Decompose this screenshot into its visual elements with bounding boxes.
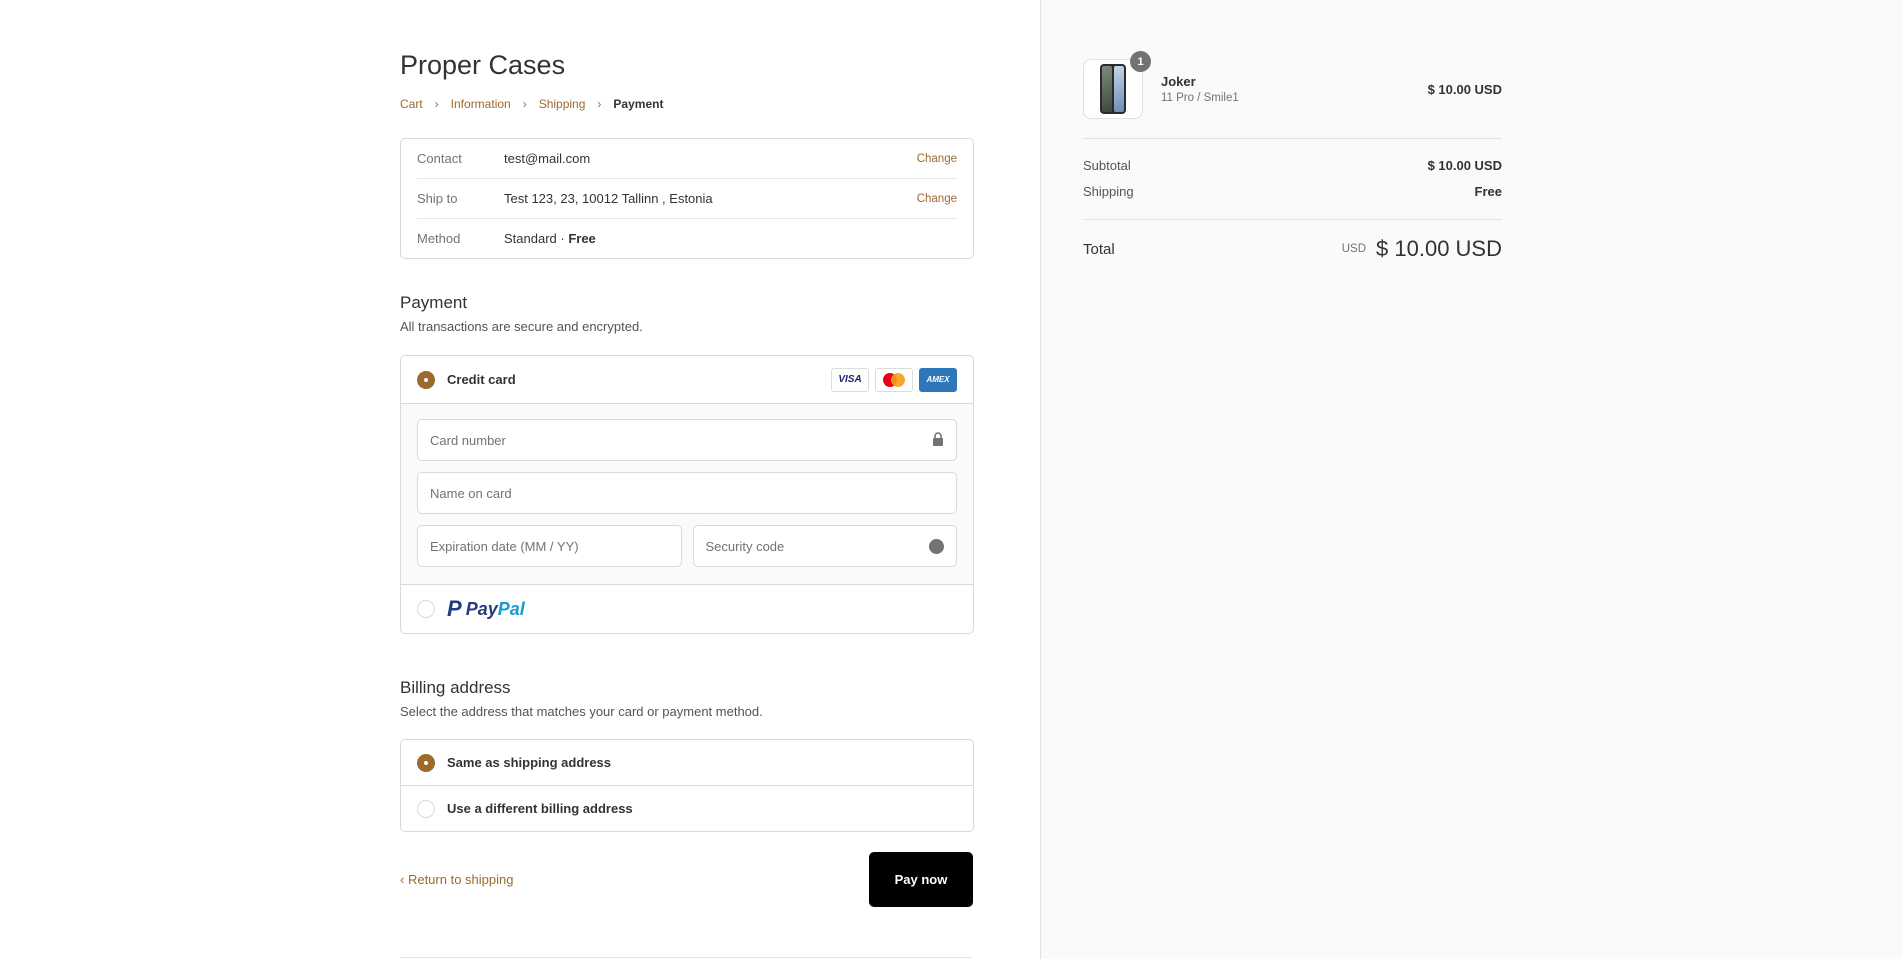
card-field-row: Expiration date (MM / YY) Security code … [417,525,957,578]
billing-different-option[interactable]: Use a different billing address [401,785,973,831]
return-label: Return to shipping [407,872,514,887]
shop-title[interactable]: Proper Cases [400,50,565,81]
summary-divider [1083,219,1502,220]
contact-value: test@mail.com [504,151,591,166]
breadcrumb-cart[interactable]: Cart [400,97,423,111]
total-currency: USD [1341,243,1367,255]
review-contact-row: Contact test@mail.com Change [417,139,957,178]
chevron-right-icon: › [597,97,602,111]
chevron-right-icon: › [522,97,527,111]
paypal-logo-pay: Pay [465,598,498,619]
card-icons: VISA AMEX [831,367,957,392]
chevron-right-icon: › [434,97,439,111]
total-row: Total USD $ 10.00 USD [1083,236,1502,262]
payment-subtitle: All transactions are secure and encrypte… [400,319,643,334]
credit-card-radio[interactable] [417,370,435,389]
review-shipto-row: Ship to Test 123, 23, 10012 Tallinn , Es… [417,178,957,218]
credit-card-label: Credit card [447,372,516,387]
expiration-placeholder: Expiration date (MM / YY) [430,538,579,554]
breadcrumb-information[interactable]: Information [451,97,511,111]
contact-change-link[interactable]: Change [917,153,957,165]
billing-different-radio[interactable] [417,799,435,818]
pay-now-button[interactable]: Pay now [869,852,973,907]
product-price: $ 10.00 USD [1427,81,1502,97]
payment-title: Payment [400,293,468,312]
name-on-card-placeholder: Name on card [430,485,512,501]
breadcrumb: Cart › Information › Shipping › Payment [400,97,663,111]
subtotal-label: Subtotal [1083,158,1131,173]
help-icon[interactable]: ? [929,538,944,554]
return-to-shipping-link[interactable]: ‹ Return to shipping [400,872,513,887]
method-value: Standard · Free [504,231,957,246]
subtotal-value: $ 10.00 USD [1427,158,1502,173]
card-number-placeholder: Card number [430,432,506,448]
total-label: Total [1083,240,1115,258]
method-name: Standard · [504,231,569,246]
expiration-date-input[interactable]: Expiration date (MM / YY) [417,525,682,567]
chevron-left-icon: ‹ [400,872,408,887]
shipto-value: Test 123, 23, 10012 Tallinn , Estonia [504,191,713,206]
mastercard-icon [875,367,913,392]
billing-different-label: Use a different billing address [447,801,633,816]
shipping-row: Shipping Free [1083,184,1502,199]
shipping-label: Shipping [1083,184,1134,199]
order-line-item: 1 Joker 11 Pro / Smile1 $ 10.00 USD [1083,51,1502,120]
phone-case-image [1100,64,1126,114]
lock-icon [932,431,944,449]
security-code-placeholder: Security code [705,538,785,554]
breadcrumb-payment: Payment [613,97,664,111]
paypal-logo-pal: Pal [497,598,525,619]
billing-subtitle: Select the address that matches your car… [400,704,763,719]
shipto-change-link[interactable]: Change [917,193,957,205]
product-name: Joker [1161,74,1196,89]
total-value: $ 10.00 USD [1376,236,1502,261]
payment-option-credit-card[interactable]: Credit card VISA AMEX [401,356,973,403]
paypal-logo: P Pay Pal [447,596,525,622]
method-label: Method [417,231,461,246]
contact-label: Contact [417,151,462,166]
card-number-input[interactable]: Card number [417,419,957,461]
payment-methods: Credit card VISA AMEX Card number Name o… [400,355,974,634]
paypal-p-icon: P [447,596,462,621]
paypal-radio[interactable] [417,600,435,618]
shipto-label: Ship to [417,191,458,206]
billing-options: Same as shipping address Use a different… [400,739,974,832]
billing-same-option[interactable]: Same as shipping address [401,740,973,785]
summary-divider [1083,138,1502,139]
security-code-input[interactable]: Security code ? [692,525,957,567]
order-summary-sidebar [1040,0,1903,959]
footer-divider [400,957,972,958]
credit-card-fields: Card number Name on card Expiration date… [401,403,973,585]
billing-same-radio[interactable] [417,753,435,772]
amex-icon: AMEX [919,367,957,392]
quantity-badge: 1 [1130,51,1151,72]
product-info: Joker 11 Pro / Smile1 [1161,74,1428,104]
billing-same-label: Same as shipping address [447,755,612,770]
review-box: Contact test@mail.com Change Ship to Tes… [400,138,974,259]
method-price: Free [568,231,596,246]
payment-option-paypal[interactable]: P Pay Pal [401,585,973,633]
subtotal-row: Subtotal $ 10.00 USD [1083,158,1502,173]
shipping-value: Free [1474,184,1502,199]
product-thumbnail: 1 [1083,51,1151,119]
visa-icon: VISA [831,367,869,392]
review-method-row: Method Standard · Free [417,218,957,258]
name-on-card-input[interactable]: Name on card [417,472,957,514]
checkout-main: Proper Cases Cart › Information › Shippi… [0,0,1040,959]
billing-title: Billing address [400,678,511,697]
product-variant: 11 Pro / Smile1 [1161,92,1239,104]
breadcrumb-shipping[interactable]: Shipping [539,97,586,111]
